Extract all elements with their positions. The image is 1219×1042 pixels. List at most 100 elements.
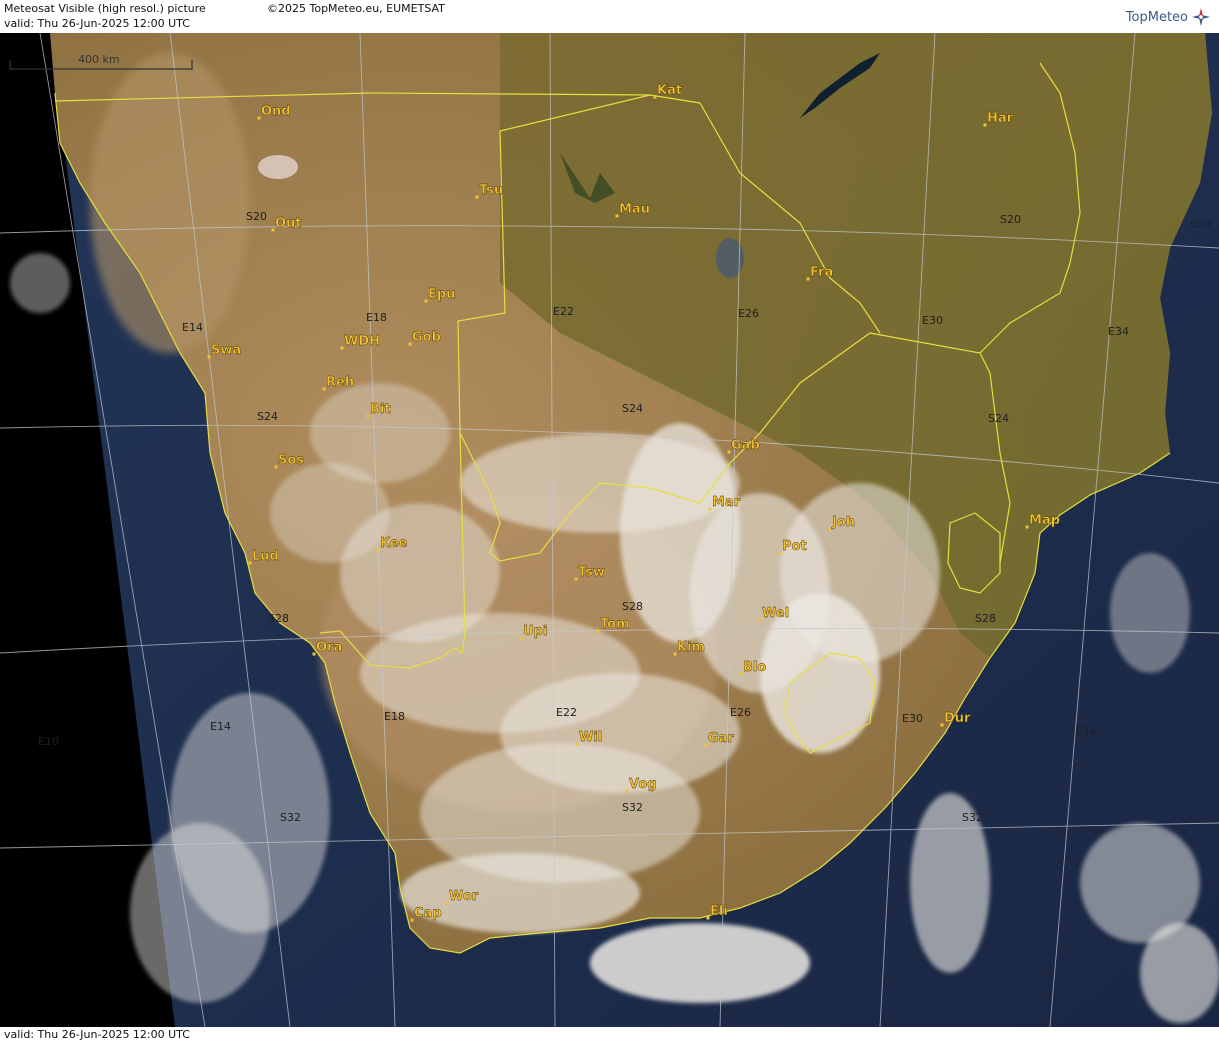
city-label: Ond [261,104,291,119]
city-wdh[interactable]: WDH [340,334,381,350]
city-label: Pot [782,539,807,554]
city-upi[interactable]: Upi [519,624,548,640]
city-wor[interactable]: Wor [445,889,479,905]
city-tsu[interactable]: Tsu [475,183,504,199]
grid-label: E26 [738,307,759,320]
grid-label: E34 [1075,725,1096,738]
city-blo[interactable]: Blo [739,660,767,676]
grid-label: E22 [553,305,574,318]
city-gar[interactable]: Gar [704,731,735,747]
city-label: Wor [449,889,479,904]
city-tom[interactable]: Tom [596,617,630,633]
city-label: Vog [629,777,657,792]
city-cap[interactable]: Cap [410,906,442,922]
city-label: Lud [252,549,279,564]
city-pot[interactable]: Pot [778,539,807,555]
product-title: Meteosat Visible (high resol.) picture [4,2,206,15]
city-eli[interactable]: Eli [706,904,728,920]
city-label: Gob [412,330,441,345]
city-lud[interactable]: Lud [248,549,279,565]
grid-label: E10 [38,735,59,748]
city-label: Epu [428,287,455,302]
grid-label: E14 [182,321,203,334]
city-label: Reh [326,375,354,390]
scale-label: 400 km [78,53,120,66]
city-fra[interactable]: Fra [806,265,834,281]
grid-label: S20 [1190,218,1211,231]
grid-label: S28 [975,612,996,625]
city-label: WDH [344,334,380,349]
city-wel[interactable]: Wel [758,606,790,622]
copyright: ©2025 TopMeteo.eu, EUMETSAT [267,2,445,15]
header-bar: Meteosat Visible (high resol.) picture v… [0,0,1219,33]
satellite-image: S20 S20 S20 S24 S24 S24 S28 S28 S28 S32 S32 S32 E10 E… [0,33,1219,1027]
footer-bar: valid: Thu 26-Jun-2025 12:00 UTC [0,1027,1219,1042]
city-mar[interactable]: Mar [708,495,741,511]
grid-label: S24 [988,412,1009,425]
city-reh[interactable]: Reh [322,375,355,391]
grid-label: S32 [622,801,643,814]
city-label: Kat [657,83,682,98]
grid-label: S32 [280,811,301,824]
topmeteo-logo[interactable]: TopMeteo [1126,4,1211,30]
city-out[interactable]: Out [271,216,302,232]
city-label: Cap [414,906,442,921]
grid-label: S24 [257,410,278,423]
city-sos[interactable]: Sos [274,453,305,469]
city-label: Gar [708,731,734,746]
city-bit[interactable]: Bit [366,402,391,418]
city-label: Mar [712,495,741,510]
city-label: Tom [600,617,630,632]
footer-valid-time: valid: Thu 26-Jun-2025 12:00 UTC [4,1028,190,1041]
city-label: Gab [731,438,760,453]
etosha-pan [258,155,298,179]
logo-text: TopMeteo [1125,9,1188,25]
city-epu[interactable]: Epu [424,287,456,303]
city-wil[interactable]: Wil [575,730,603,746]
city-kim[interactable]: Kim [673,640,706,656]
satellite-map[interactable]: S20 S20 S20 S24 S24 S24 S28 S28 S28 S32 S32 S32 E10 E… [0,33,1219,1027]
city-label: Swa [211,343,241,358]
city-label: Wil [579,730,602,745]
city-tsw[interactable]: Tsw [574,565,605,581]
city-gab[interactable]: Gab [727,438,760,454]
city-map[interactable]: Map [1025,513,1061,529]
city-har[interactable]: Har [983,111,1014,127]
grid-label: E26 [730,706,751,719]
grid-label: E30 [902,712,923,725]
city-label: Dur [944,711,971,726]
grid-label: E18 [384,710,405,723]
city-label: Bit [370,402,391,417]
city-vog[interactable]: Vog [625,777,657,793]
city-dur[interactable]: Dur [940,711,972,727]
grid-label: S28 [268,612,289,625]
city-label: Eli [710,904,728,919]
city-label: Wel [762,606,789,621]
city-kat[interactable]: Kat [653,83,683,99]
city-label: Kee [380,536,408,551]
meteosat-viewer: Meteosat Visible (high resol.) picture v… [0,0,1219,1042]
city-label: Har [987,111,1014,126]
city-label: Sos [278,453,304,468]
grid-label: E30 [922,314,943,327]
city-kee[interactable]: Kee [376,536,408,552]
valid-time: valid: Thu 26-Jun-2025 12:00 UTC [4,17,190,30]
city-mau[interactable]: Mau [615,202,650,218]
city-ond[interactable]: Ond [257,104,291,120]
logo-compass-icon [1192,8,1210,26]
city-swa[interactable]: Swa [207,343,242,359]
city-joh[interactable]: Joh [828,515,856,531]
city-label: Tsu [479,183,503,198]
city-gob[interactable]: Gob [408,330,441,346]
city-label: Mau [619,202,650,217]
city-ora[interactable]: Ora [312,640,343,656]
grid-label: S20 [246,210,267,223]
city-label: Fra [810,265,833,280]
grid-label: S20 [1000,213,1021,226]
grid-label: E18 [366,311,387,324]
city-label: Map [1029,513,1060,528]
grid-label: S32 [962,811,983,824]
city-label: Joh [831,515,855,530]
city-label: Upi [523,624,547,639]
grid-label: E34 [1108,325,1129,338]
